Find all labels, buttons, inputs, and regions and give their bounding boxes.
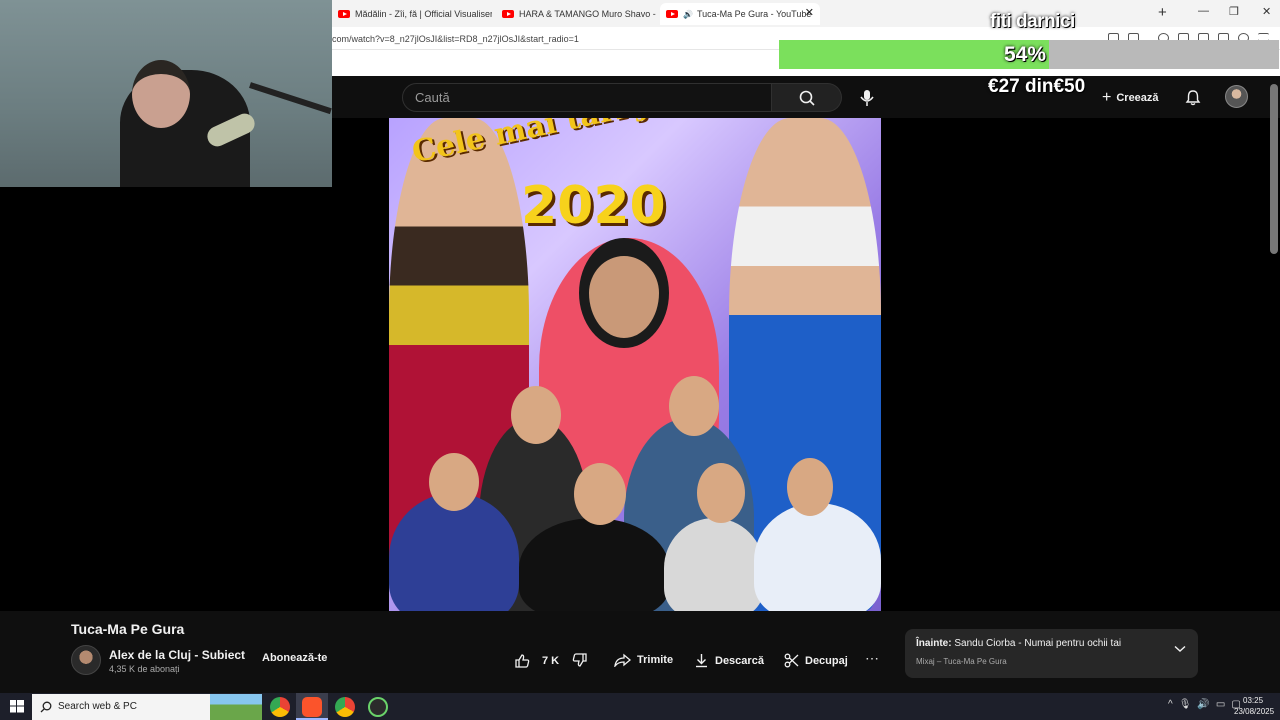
network-icon[interactable]: ▭ <box>1216 699 1225 710</box>
tab-title: HARA & TAMANGO Muro Shavo - Yo <box>519 9 656 19</box>
download-button[interactable]: Descarcă <box>694 653 764 668</box>
window-close-button[interactable]: ✕ <box>1262 5 1271 18</box>
mic-arm <box>249 82 332 115</box>
search-input[interactable] <box>415 90 745 105</box>
youtube-favicon-icon <box>666 10 678 18</box>
up-next-card[interactable]: Înainte: Sandu Ciorba - Numai pentru och… <box>905 629 1198 678</box>
chevron-down-icon[interactable] <box>1174 645 1186 653</box>
scissors-icon <box>784 653 799 668</box>
taskbar-search-text: Search web & PC <box>58 701 137 712</box>
browser-tab-2[interactable]: HARA & TAMANGO Muro Shavo - Yo <box>496 3 656 25</box>
video-title: Tuca-Ma Pe Gura <box>71 621 185 637</box>
youtube-masthead: + Creează <box>332 76 1280 118</box>
voice-search-button[interactable] <box>852 83 882 112</box>
search-icon <box>799 90 815 106</box>
up-next-title-row: Înainte: Sandu Ciorba - Numai pentru och… <box>916 638 1121 649</box>
close-tab-icon[interactable]: ✕ <box>805 6 814 19</box>
minimize-button[interactable]: — <box>1198 5 1209 17</box>
like-count: 7 K <box>542 654 560 667</box>
channel-avatar[interactable] <box>71 645 101 675</box>
up-next-subtitle: Mixaj – Tuca-Ma Pe Gura <box>916 657 1007 666</box>
restore-button[interactable]: ❐ <box>1229 5 1239 18</box>
up-next-title: Sandu Ciorba - Numai pentru ochii tai <box>954 638 1122 649</box>
create-button[interactable]: + Creează <box>1102 89 1159 107</box>
band-member-face <box>787 458 833 516</box>
windows-start-icon[interactable] <box>10 700 24 713</box>
microphone-icon[interactable]: 🎙 <box>1179 699 1192 710</box>
band-member-face <box>429 453 479 511</box>
taskbar-search-box[interactable]: Search web & PC <box>32 694 262 720</box>
band-member-face <box>697 463 745 523</box>
plus-icon: + <box>1102 89 1112 106</box>
youtube-favicon-icon <box>502 10 514 18</box>
system-tray: ^ 🎙 🔊 ▭ ▢ <box>1168 699 1241 710</box>
clip-button[interactable]: Decupaj <box>784 653 848 668</box>
band-member-figure <box>519 518 669 611</box>
mic-icon <box>860 90 874 106</box>
share-icon <box>614 653 631 667</box>
subscriber-count: 4,35 K de abonați <box>109 664 180 674</box>
band-member-face <box>669 376 719 436</box>
url-field[interactable]: com/watch?v=8_n27jlOsJI&list=RD8_n27jlOs… <box>332 34 579 44</box>
volume-icon[interactable]: 🔊 <box>1197 699 1209 710</box>
band-member-figure <box>754 503 881 611</box>
browser-tab-active[interactable]: 🔊 Tuca-Ma Pe Gura - YouTube ✕ <box>660 3 820 25</box>
thumbs-up-icon <box>515 654 530 668</box>
bell-icon[interactable] <box>1185 89 1201 106</box>
new-tab-button[interactable]: + <box>1158 4 1167 21</box>
clock-time[interactable]: 03:25 <box>1243 696 1263 705</box>
chrome-icon[interactable] <box>335 697 355 717</box>
page-scrollbar[interactable] <box>1270 84 1278 254</box>
share-label: Trimite <box>637 654 674 666</box>
video-frame[interactable]: Cele mai tari jocuri țigănești 2020 <box>389 118 881 611</box>
thumbs-down-icon <box>572 653 587 667</box>
create-label: Creează <box>1116 92 1159 104</box>
search-box <box>402 83 789 112</box>
search-button[interactable] <box>772 83 842 112</box>
search-icon <box>40 701 52 713</box>
download-icon <box>696 654 707 668</box>
up-next-prefix: Înainte: <box>916 638 952 649</box>
donation-percent: 54% <box>1004 43 1047 66</box>
share-button[interactable]: Trimite <box>614 653 673 667</box>
like-button[interactable]: 7 K <box>514 653 559 668</box>
speaker-icon: 🔊 <box>683 9 693 19</box>
browser-tab-strip: Mădălin - Zîi, fă | Official Visualiser … <box>332 0 1280 27</box>
channel-name[interactable]: Alex de la Cluj - Subiect <box>109 648 245 662</box>
account-avatar[interactable] <box>1225 85 1248 108</box>
download-label: Descarcă <box>715 654 764 667</box>
album-year-text: 2020 <box>521 176 666 236</box>
search-highlight-image <box>210 694 262 720</box>
donation-amount: €27 din€50 <box>988 76 1086 97</box>
tab-title: Mădălin - Zîi, fă | Official Visualiser … <box>355 9 492 19</box>
more-actions-button[interactable]: ⋯ <box>865 650 880 667</box>
brave-icon[interactable] <box>302 697 322 717</box>
donation-title: fiti darnici <box>990 11 1075 32</box>
chevron-up-icon[interactable]: ^ <box>1168 699 1173 710</box>
youtube-favicon-icon <box>338 10 350 18</box>
subscribe-button[interactable]: Abonează-te <box>254 650 335 666</box>
band-member-figure <box>664 518 764 611</box>
singer-face <box>579 238 669 348</box>
browser-tab-1[interactable]: Mădălin - Zîi, fă | Official Visualiser … <box>332 3 492 25</box>
chrome-icon[interactable] <box>270 697 290 717</box>
band-member-face <box>574 463 626 525</box>
band-member-face <box>511 386 561 444</box>
webcam-overlay <box>0 0 332 187</box>
streamer-head <box>132 60 190 128</box>
clip-label: Decupaj <box>805 654 848 667</box>
dislike-button[interactable] <box>572 653 588 668</box>
tab-title: Tuca-Ma Pe Gura - YouTube <box>696 9 812 19</box>
clock-date[interactable]: 23/08/2025 <box>1234 707 1274 716</box>
obs-icon[interactable] <box>368 697 388 717</box>
